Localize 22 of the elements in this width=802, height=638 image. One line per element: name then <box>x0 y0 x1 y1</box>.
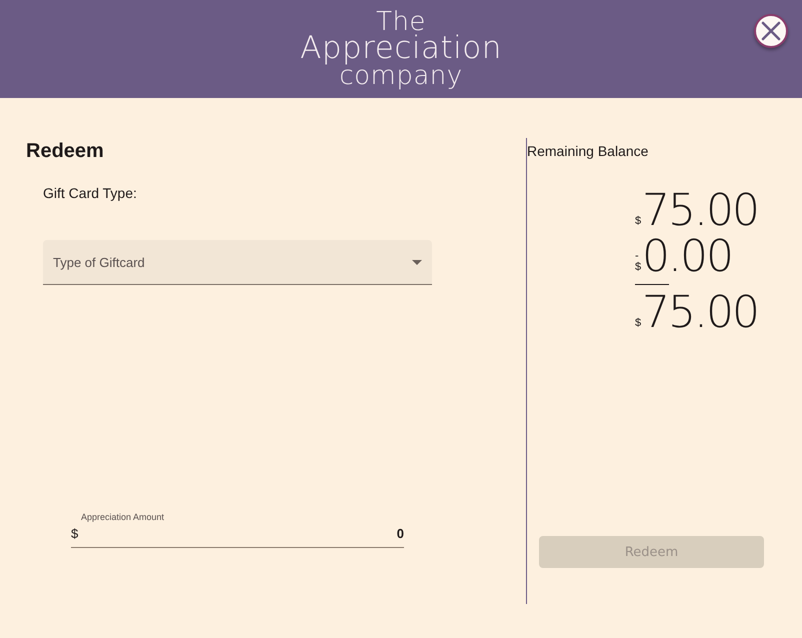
logo-text: company <box>339 64 463 88</box>
currency-symbol: $ <box>635 216 642 227</box>
close-icon <box>761 21 781 41</box>
logo-text: The <box>376 10 426 34</box>
amount-label: Appreciation Amount <box>81 512 166 522</box>
amount-value: 0 <box>396 526 404 541</box>
balance-amount: 75.00 <box>642 189 758 233</box>
logo-text: Appreciation <box>300 34 502 64</box>
gift-card-select[interactable]: Type of Giftcard <box>43 240 432 285</box>
redeem-title: Redeem <box>26 140 105 163</box>
close-button[interactable] <box>754 14 788 48</box>
select-placeholder: Type of Giftcard <box>53 254 145 270</box>
currency-prefix: $ <box>71 526 78 541</box>
remaining-balance-title: Remaining Balance <box>527 143 650 159</box>
minus-sign: - <box>635 251 639 262</box>
amount-field[interactable]: Appreciation Amount $ 0 <box>71 512 404 548</box>
balance-amount: 0.00 <box>642 235 732 279</box>
currency-symbol: $ <box>635 318 642 329</box>
balance-amount: 75.00 <box>642 291 758 335</box>
caret-icon <box>412 260 422 264</box>
currency-symbol: $ <box>635 262 642 273</box>
gift-card-type-label: Gift Card Type: <box>43 185 138 201</box>
